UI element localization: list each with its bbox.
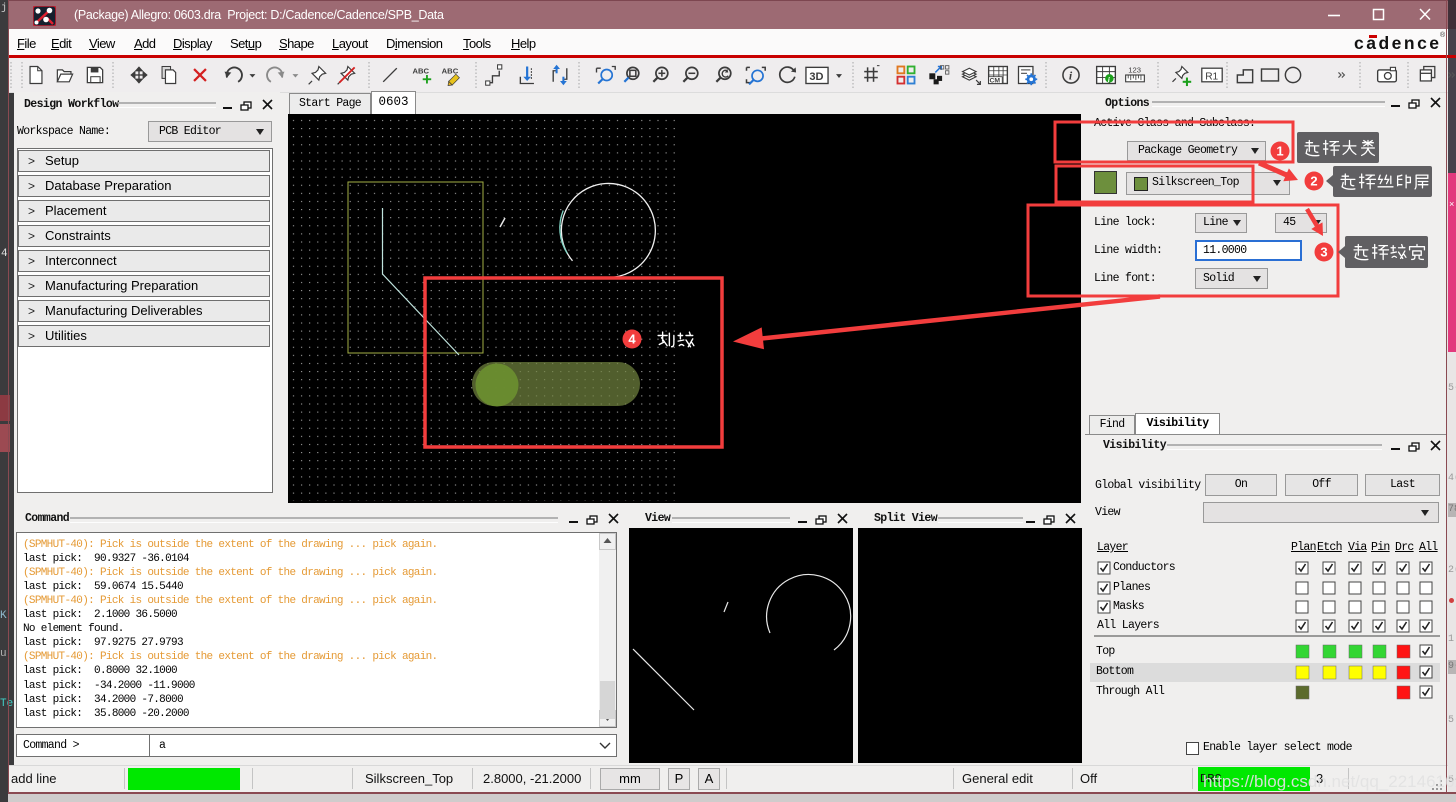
svg-text:2: 2	[1310, 174, 1317, 189]
svg-text:3: 3	[1320, 245, 1327, 260]
svg-text:1: 1	[1276, 144, 1283, 159]
svg-text:4: 4	[628, 332, 636, 347]
